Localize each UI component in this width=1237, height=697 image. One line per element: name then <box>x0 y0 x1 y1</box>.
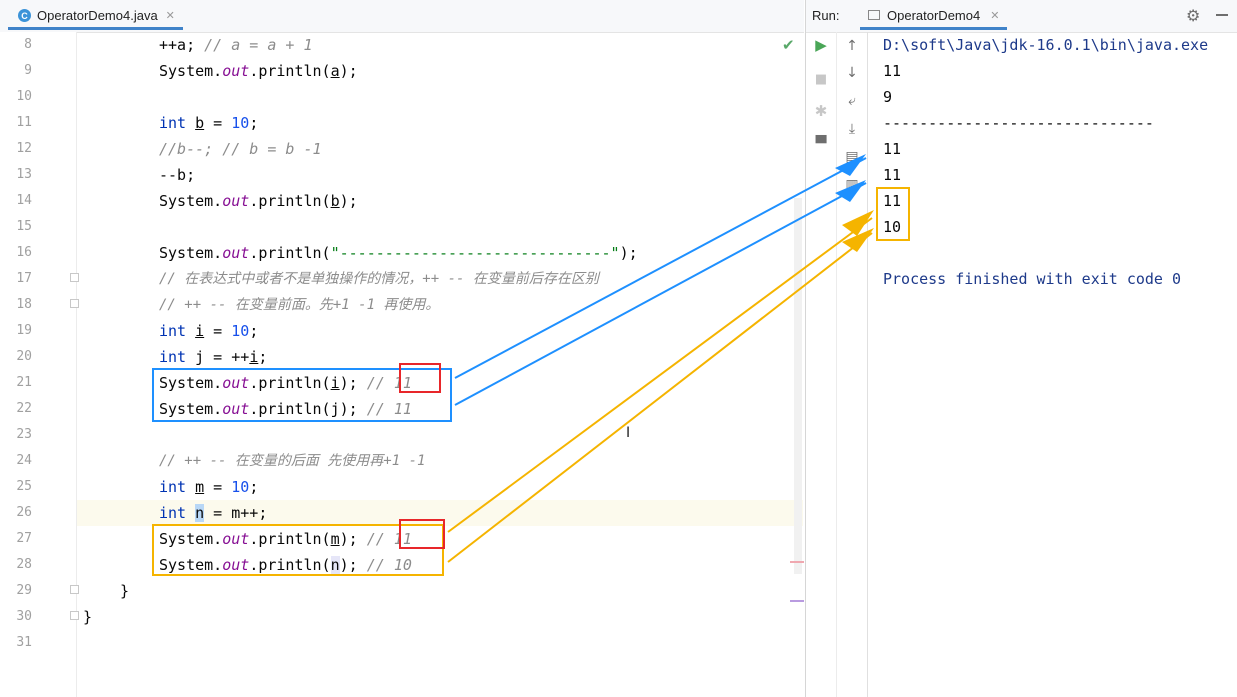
line-number: 29 <box>16 583 32 598</box>
text-cursor-icon: Ι <box>626 425 631 441</box>
console-line: 11 <box>883 62 902 80</box>
console-icon <box>868 10 880 20</box>
code-line: --b; <box>159 166 196 184</box>
line-number: 17 <box>16 271 32 286</box>
close-icon[interactable]: ✕ <box>990 9 999 22</box>
orange-annotation-box <box>876 187 910 241</box>
editor-tab-bar: C OperatorDemo4.java ✕ <box>0 0 804 33</box>
editor-tab-label: OperatorDemo4.java <box>37 8 158 23</box>
code-line: int i = 10; <box>159 322 259 340</box>
code-line: int n = m++; <box>159 504 268 522</box>
debug-icon[interactable]: ✱ <box>811 102 831 120</box>
console-line: Process finished with exit code 0 <box>883 270 1182 288</box>
scroll-to-end-icon[interactable]: ⤓ <box>842 121 862 137</box>
run-toolbar-right: ↑ ↓ ⤶ ⤓ ▤ ▥ <box>837 32 868 697</box>
console-output[interactable]: D:\soft\Java\jdk-16.0.1\bin\java.exe 11 … <box>868 32 1237 697</box>
code-line: int b = 10; <box>159 114 259 132</box>
line-number: 24 <box>16 453 32 468</box>
red-annotation-box <box>399 363 441 393</box>
code-line: System.out.println("--------------------… <box>159 244 638 262</box>
java-class-icon: C <box>18 9 31 22</box>
console-line: 11 <box>883 166 902 184</box>
code-line: // ++ -- 在变量的后面 先使用再+1 -1 <box>159 453 426 469</box>
editor-tab[interactable]: C OperatorDemo4.java ✕ <box>8 4 183 30</box>
console-line: D:\soft\Java\jdk-16.0.1\bin\java.exe <box>883 36 1209 54</box>
gear-icon[interactable]: ⚙ <box>1186 6 1200 25</box>
code-line: int j = ++i; <box>159 348 268 366</box>
run-tab-label: OperatorDemo4 <box>887 7 981 23</box>
run-panel: Run: OperatorDemo4 ✕ ⚙ ▶ ■ ✱ ▀ ↑ ↓ ⤶ ⤓ ▤… <box>805 0 1237 697</box>
stop-icon[interactable]: ■ <box>811 72 831 87</box>
error-stripe-marker[interactable] <box>790 561 804 563</box>
line-number: 26 <box>16 505 32 520</box>
line-number: 11 <box>16 115 32 130</box>
line-number: 13 <box>16 167 32 182</box>
run-label: Run: <box>812 8 840 23</box>
code-line: //b--; // b = b -1 <box>159 140 322 158</box>
line-number: 28 <box>16 557 32 572</box>
editor-scrollbar[interactable] <box>794 198 802 574</box>
line-number: 27 <box>16 531 32 546</box>
code-line: // 在表达式中或者不是单独操作的情况，++ -- 在变量前后存在区别 <box>159 271 599 287</box>
red-annotation-box <box>399 519 445 549</box>
console-line: 9 <box>883 88 893 106</box>
clear-icon[interactable]: ▥ <box>842 177 862 193</box>
run-tab[interactable]: OperatorDemo4 ✕ <box>860 3 1008 30</box>
minimize-icon[interactable] <box>1216 14 1228 16</box>
check-icon[interactable]: ✔ <box>782 36 795 54</box>
close-icon[interactable]: ✕ <box>166 9 175 22</box>
code-line: System.out.println(a); <box>159 62 358 80</box>
code-line: } <box>83 608 93 626</box>
line-number: 21 <box>16 375 32 390</box>
line-number: 31 <box>16 635 32 650</box>
code-line: int m = 10; <box>159 478 259 496</box>
rerun-icon[interactable]: ▶ <box>811 36 831 54</box>
line-number: 16 <box>16 245 32 260</box>
layout-icon[interactable]: ▀ <box>811 136 831 152</box>
line-number: 19 <box>16 323 32 338</box>
line-number: 8 <box>24 37 32 52</box>
line-number: 14 <box>16 193 32 208</box>
soft-wrap-icon[interactable]: ⤶ <box>842 93 862 109</box>
line-number-gutter[interactable]: 8 9 10 11 12 13 14 15 16 17 18 19 20 21 … <box>0 32 102 697</box>
line-number: 18 <box>16 297 32 312</box>
code-line: System.out.println(b); <box>159 192 358 210</box>
print-icon[interactable]: ▤ <box>842 149 862 165</box>
line-number: 15 <box>16 219 32 234</box>
console-line: 11 <box>883 140 902 158</box>
line-number: 10 <box>16 89 32 104</box>
code-line: ++a; // a = a + 1 <box>159 36 313 54</box>
line-number: 20 <box>16 349 32 364</box>
error-stripe-marker[interactable] <box>790 600 804 602</box>
code-line: } <box>120 582 130 600</box>
code-line: // ++ -- 在变量前面。先+1 -1 再使用。 <box>159 297 440 313</box>
code-editor[interactable]: C OperatorDemo4.java ✕ 8 9 10 11 12 13 1… <box>0 0 804 697</box>
line-number: 25 <box>16 479 32 494</box>
line-number: 23 <box>16 427 32 442</box>
line-number: 30 <box>16 609 32 624</box>
line-number: 12 <box>16 141 32 156</box>
line-number: 22 <box>16 401 32 416</box>
run-toolbar-left: ▶ ■ ✱ ▀ <box>806 32 837 697</box>
run-header: Run: OperatorDemo4 ✕ ⚙ <box>806 0 1237 33</box>
line-number: 9 <box>24 63 32 78</box>
arrow-up-icon[interactable]: ↑ <box>842 38 862 54</box>
console-line: ------------------------------ <box>883 114 1154 132</box>
arrow-down-icon[interactable]: ↓ <box>842 65 862 81</box>
